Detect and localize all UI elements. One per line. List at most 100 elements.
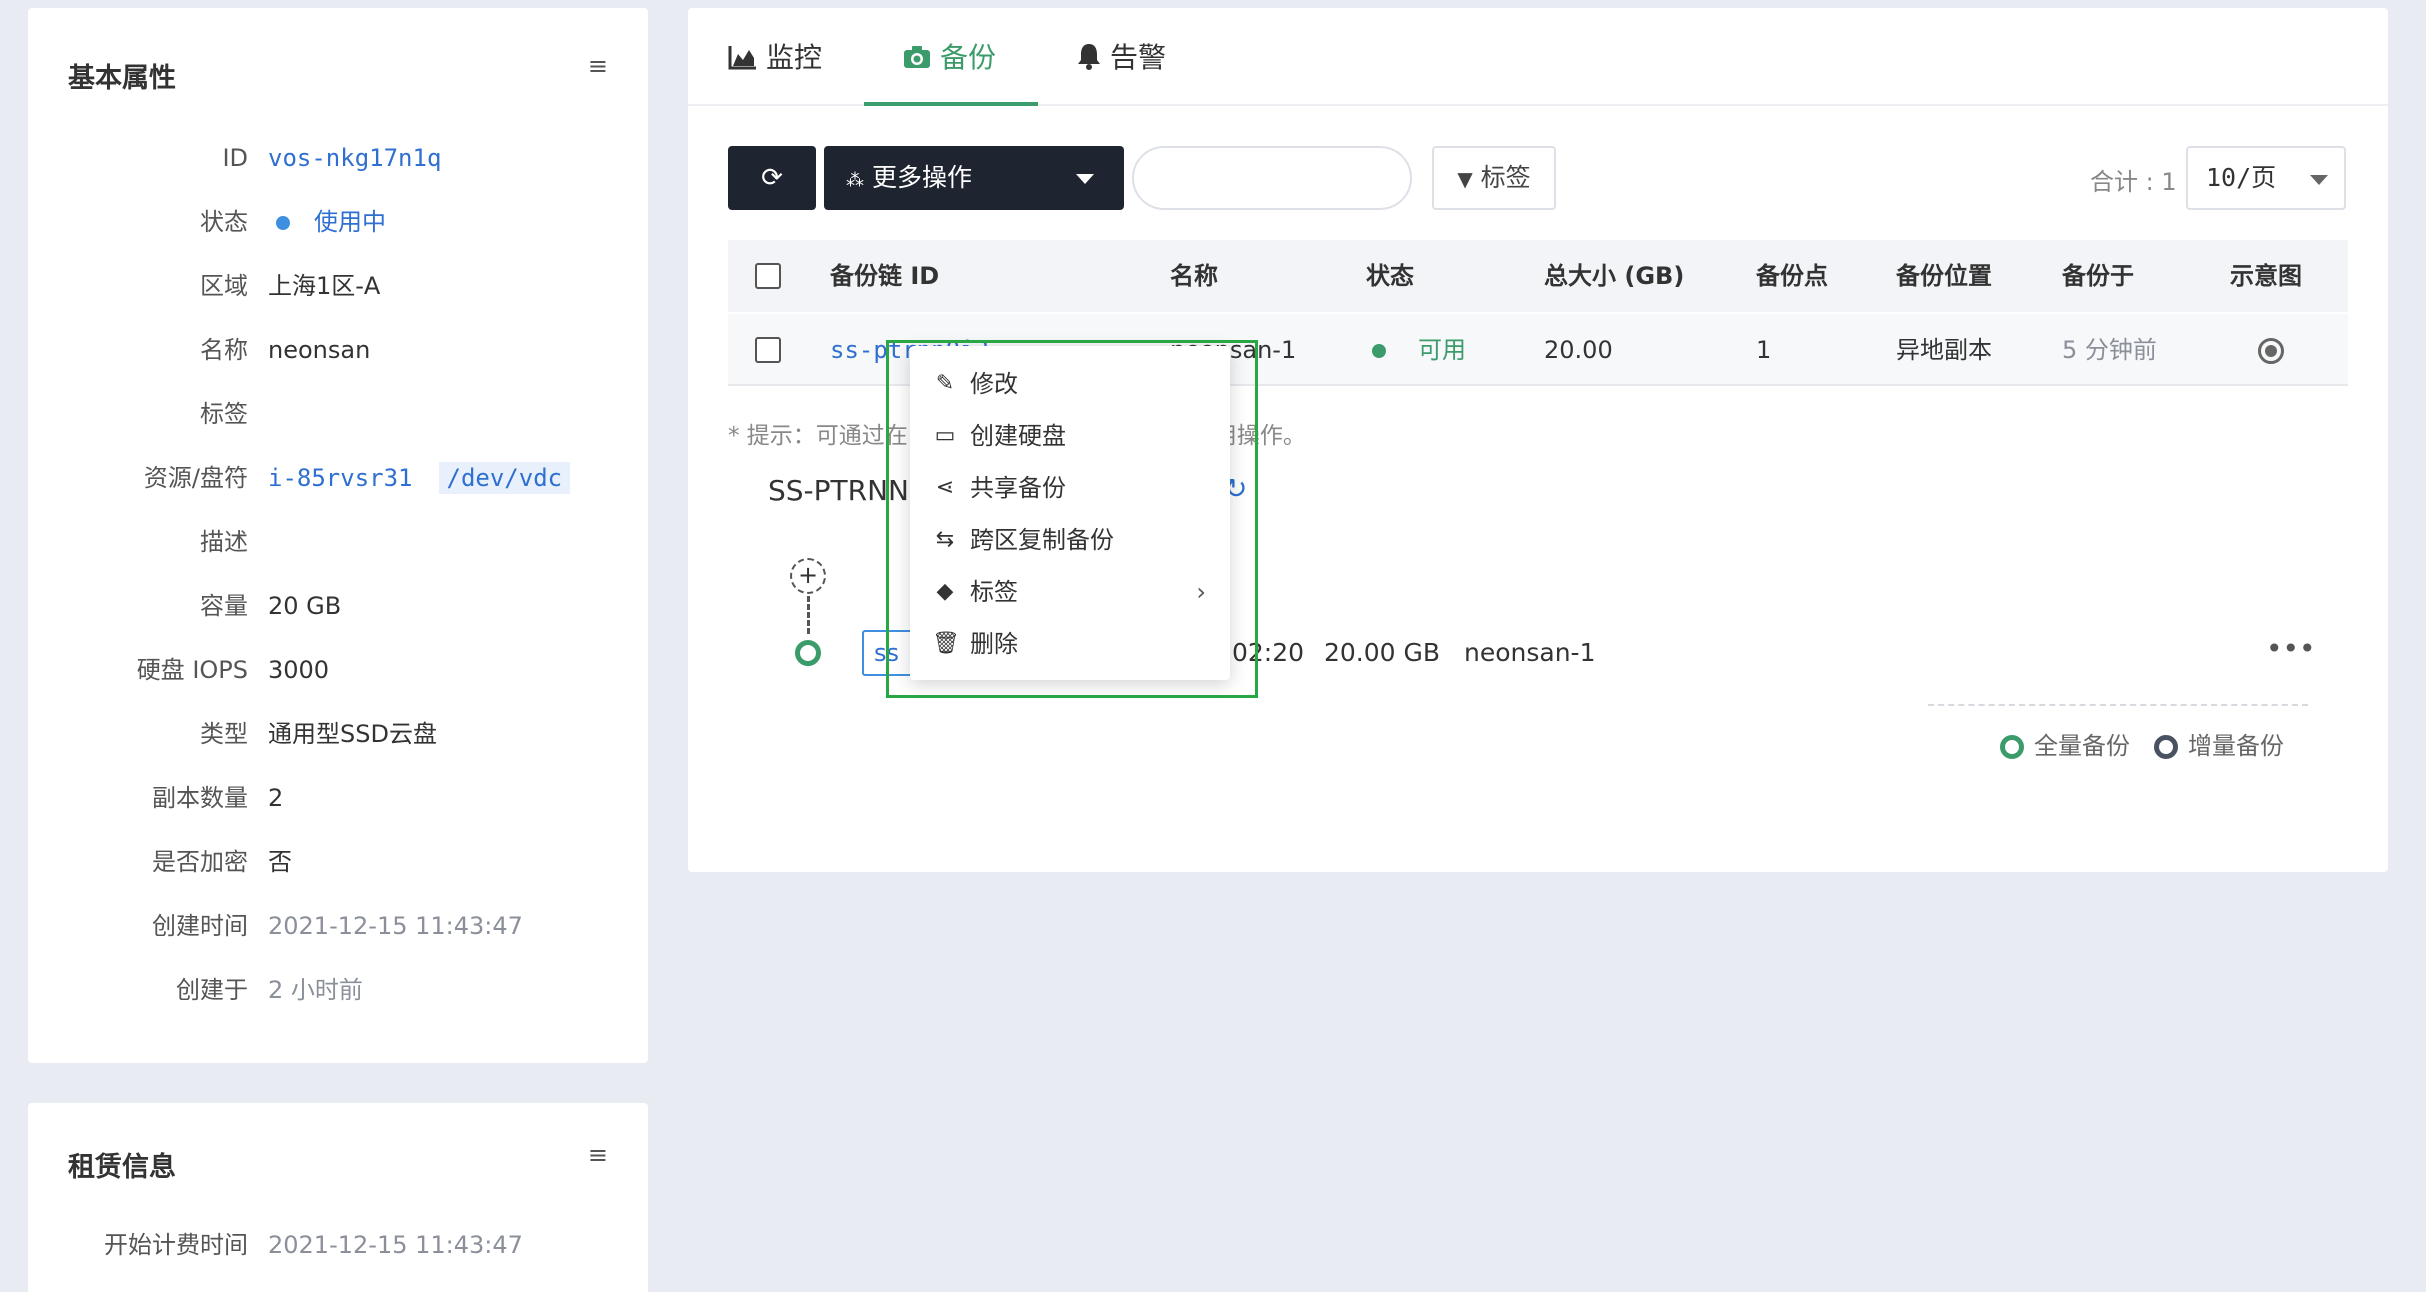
total-count: 合计 : 1 [2090,168,2177,196]
attr-value-billing-start: 2021-12-15 11:43:47 [268,1231,523,1259]
attr-label: 容量 [200,592,248,620]
attr-value-name: neonsan [268,336,371,364]
attr-label: 副本数量 [152,784,248,812]
caret-down-icon [2310,175,2328,185]
attr-value-encrypted: 否 [268,848,292,876]
attr-row-replicas: 副本数量 2 [28,778,648,818]
instance-link[interactable]: i-85rvsr31 [268,464,413,492]
attr-value-created-ago: 2 小时前 [268,976,363,1004]
attr-row-resource: 资源/盘符 i-85rvsr31/dev/vdc [28,458,648,498]
attr-label: 硬盘 IOPS [136,656,248,684]
attributes-panel-title: 基本属性 [68,63,176,94]
divider [1928,704,2308,706]
backup-points: 1 [1756,336,1772,364]
backup-time: 5 分钟前 [2062,336,2157,364]
lease-panel: 租赁信息 ≡ 开始计费时间 2021-12-15 11:43:47 [28,1103,648,1292]
chain-connector [807,596,810,634]
column-header: 示意图 [2230,262,2302,290]
attr-label: ID [222,144,248,172]
attr-row-zone: 区域 上海1区-A [28,266,648,306]
attr-value-type: 通用型SSD云盘 [268,720,437,748]
status-text: 使用中 [314,208,386,236]
search-input[interactable] [1132,146,1412,210]
attr-row-description: 描述 [28,522,648,562]
backup-size: 20.00 [1544,336,1613,364]
tab-backup[interactable]: 备份 [902,36,996,76]
camera-icon [904,46,930,68]
attributes-panel: 基本属性 ≡ ID vos-nkg17n1q 状态 使用中 区域 上海1区-A … [28,8,648,1063]
tab-label: 备份 [940,41,997,74]
tab-bar: 监控 备份 告警 [688,8,2388,106]
attr-row-iops: 硬盘 IOPS 3000 [28,650,648,690]
hamburger-icon[interactable]: ≡ [588,52,608,80]
column-header[interactable]: 备份点 [1756,240,1828,312]
node-size: 20.00 GB [1324,638,1441,667]
row-checkbox[interactable] [755,337,781,363]
device-path: /dev/vdc [438,462,571,494]
select-all-checkbox[interactable] [755,263,781,289]
page-size-select[interactable]: 10/页 [2186,146,2346,210]
tab-alarm[interactable]: 告警 [1076,36,1166,76]
legend-full-label: 全量备份 [2034,732,2130,760]
column-header[interactable]: 总大小 (GB) [1544,240,1684,312]
diagram-toggle[interactable] [2258,314,2284,386]
grid-icon: ⁂ [846,170,864,191]
attr-row-created-ago: 创建于 2 小时前 [28,970,648,1010]
attr-value-id[interactable]: vos-nkg17n1q [268,138,441,178]
attr-label: 开始计费时间 [104,1231,248,1259]
radio-selected-icon [2258,338,2284,364]
attr-label: 名称 [200,336,248,364]
tag-filter-button[interactable]: ▼ 标签 [1432,146,1556,210]
attr-label: 资源/盘符 [143,464,248,492]
refresh-button[interactable]: ⟳ [728,146,816,210]
legend-full: 全量备份 [2000,726,2130,761]
page-size-value: 10/页 [2206,163,2277,192]
attr-value-zone: 上海1区-A [268,272,381,300]
attr-row-encrypted: 是否加密 否 [28,842,648,882]
attr-label: 状态 [200,208,248,236]
legend-incremental: 增量备份 [2154,726,2284,761]
attr-row-tags: 标签 [28,394,648,434]
column-header[interactable]: 状态 [1366,240,1414,312]
more-actions-label: 更多操作 [872,163,973,192]
full-backup-legend-icon [2000,735,2024,759]
area-chart-icon [728,46,756,70]
attr-label: 类型 [200,720,248,748]
incremental-backup-legend-icon [2154,735,2178,759]
attr-label: 创建于 [176,976,248,1004]
refresh-icon: ⟳ [761,163,783,193]
legend-incremental-label: 增量备份 [2188,732,2284,760]
attr-value-iops: 3000 [268,656,330,684]
filter-icon: ▼ [1457,167,1473,191]
add-backup-node-icon[interactable]: + [790,558,826,594]
tab-label: 告警 [1110,41,1167,74]
attr-value-replicas: 2 [268,784,284,812]
more-options-icon[interactable]: ••• [2266,632,2316,665]
attr-label: 是否加密 [152,848,248,876]
tag-filter-label: 标签 [1480,163,1531,192]
caret-down-icon [1076,174,1094,184]
backup-status: 可用 [1372,314,1466,386]
attr-row-status: 状态 使用中 [28,202,648,242]
attr-row-name: 名称 neonsan [28,330,648,370]
column-header[interactable]: 备份于 [2062,240,2134,312]
hint-head: * 提示：可通过在 [728,423,908,449]
highlight-box [886,340,1258,698]
attr-value-status: 使用中 [268,202,386,242]
attr-row-capacity: 容量 20 GB [28,586,648,626]
hamburger-icon[interactable]: ≡ [588,1141,608,1169]
column-header[interactable]: 名称 [1170,240,1218,312]
active-tab-indicator [864,102,1038,106]
tab-monitor[interactable]: 监控 [728,36,822,76]
attr-value-resource: i-85rvsr31/dev/vdc [268,458,571,498]
attr-row-created-time: 创建时间 2021-12-15 11:43:47 [28,906,648,946]
column-header[interactable]: 备份位置 [1896,240,1992,312]
column-header[interactable]: 备份链 ID [830,240,939,312]
bell-icon [1078,44,1100,70]
status-dot-icon [1372,344,1386,358]
attr-row-billing-start: 开始计费时间 2021-12-15 11:43:47 [28,1225,648,1265]
more-actions-dropdown[interactable]: ⁂ 更多操作 [824,146,1124,210]
status-dot-icon [276,216,290,230]
attr-value-created-time: 2021-12-15 11:43:47 [268,912,523,940]
full-backup-node-icon[interactable] [795,640,821,666]
